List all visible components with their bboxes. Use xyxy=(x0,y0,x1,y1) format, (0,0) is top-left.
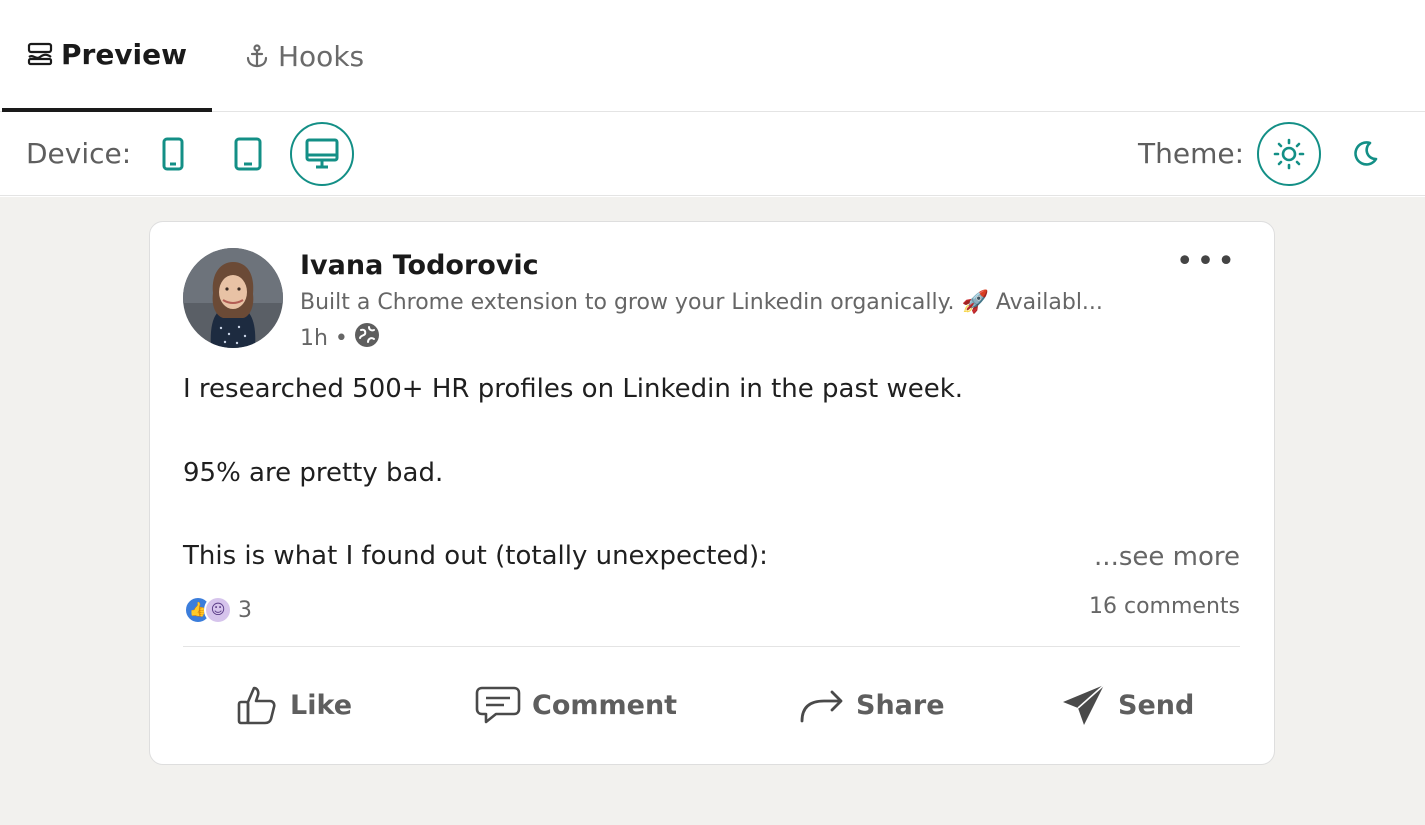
funny-reaction-icon: ☺ xyxy=(204,596,232,624)
share-label: Share xyxy=(856,689,945,721)
post-text-line-2: 95% are pretty bad. xyxy=(183,458,444,488)
comments-count[interactable]: 16 comments xyxy=(1089,594,1240,619)
device-label: Device: xyxy=(26,137,132,170)
like-button[interactable]: Like xyxy=(234,677,352,733)
preview-icon xyxy=(27,42,53,66)
device-desktop-button[interactable] xyxy=(290,122,354,186)
tablet-icon xyxy=(234,137,262,171)
post-text-line-3: This is what I found out (totally unexpe… xyxy=(183,541,768,571)
see-more-link[interactable]: ...see more xyxy=(1094,542,1240,572)
thumbs-up-icon xyxy=(234,682,280,728)
author-name[interactable]: Ivana Todorovic xyxy=(300,250,539,281)
globe-icon xyxy=(354,322,380,354)
more-options-icon[interactable]: ••• xyxy=(1176,247,1238,277)
comment-label: Comment xyxy=(532,689,678,721)
tab-bar: Preview Hooks xyxy=(0,0,1425,112)
post-time: 1h • xyxy=(300,325,348,351)
author-headline: Built a Chrome extension to grow your Li… xyxy=(300,290,1103,315)
send-icon xyxy=(1060,681,1108,729)
avatar xyxy=(183,248,283,348)
send-label: Send xyxy=(1118,689,1195,721)
tab-hooks[interactable]: Hooks xyxy=(244,0,364,112)
share-button[interactable]: Share xyxy=(798,677,945,733)
actions-divider xyxy=(183,646,1240,647)
send-button[interactable]: Send xyxy=(1060,677,1194,733)
device-mobile-button[interactable] xyxy=(141,122,205,186)
comment-icon xyxy=(474,684,522,726)
theme-label: Theme: xyxy=(1138,137,1245,170)
tab-preview[interactable]: Preview xyxy=(2,0,212,112)
tab-preview-label: Preview xyxy=(60,37,188,71)
share-icon xyxy=(798,685,846,725)
moon-icon xyxy=(1350,139,1380,169)
theme-light-button[interactable] xyxy=(1257,122,1321,186)
device-theme-toolbar: Device: Theme: xyxy=(0,112,1425,196)
device-tablet-button[interactable] xyxy=(216,122,280,186)
reactions-summary[interactable]: 👍 ☺ 3 xyxy=(184,596,252,624)
tab-hooks-label: Hooks xyxy=(278,39,365,73)
comment-button[interactable]: Comment xyxy=(474,677,677,733)
like-label: Like xyxy=(290,689,353,721)
post-meta: 1h • xyxy=(300,322,380,354)
reaction-count: 3 xyxy=(238,597,252,623)
sun-icon xyxy=(1273,138,1305,170)
mobile-icon xyxy=(162,137,184,171)
theme-dark-button[interactable] xyxy=(1333,122,1397,186)
post-text-line-1: I researched 500+ HR profiles on Linkedi… xyxy=(183,374,964,404)
anchor-icon xyxy=(244,43,270,69)
post-card: Ivana Todorovic Built a Chrome extension… xyxy=(149,221,1275,765)
desktop-icon xyxy=(305,138,339,170)
